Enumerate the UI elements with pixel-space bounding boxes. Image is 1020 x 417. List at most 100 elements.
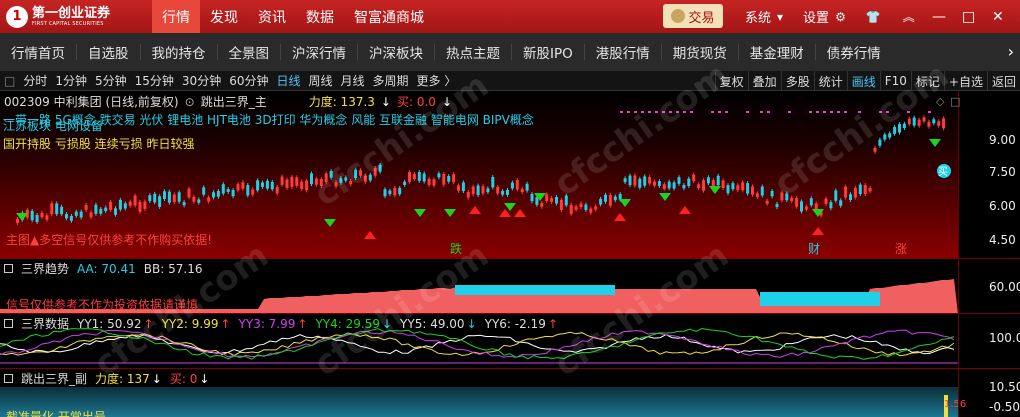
candle-body: [496, 186, 500, 194]
candle-body: [388, 190, 392, 195]
sell-signal-icon: [812, 227, 824, 235]
main-chart-header: 002309 中利集团 (日线,前复权) ⊙ 跳出三界_主 力度: 137.3 ↓…: [4, 93, 452, 110]
candle-body: [153, 193, 157, 203]
nav-discover[interactable]: 发现: [200, 0, 248, 33]
tool-stats[interactable]: 统计: [813, 71, 847, 91]
logo-mark: 1: [6, 5, 28, 28]
trade-button[interactable]: 交易: [663, 4, 723, 28]
candle-body: [466, 191, 470, 198]
tool-overlay[interactable]: 叠加: [747, 71, 781, 91]
chevron-down-icon[interactable]: ▾: [777, 10, 783, 24]
candle-body: [751, 186, 754, 195]
dropdown-icon[interactable]: ⊙: [185, 95, 195, 109]
tool-draw[interactable]: 画线: [846, 71, 880, 91]
candle-body: [481, 186, 485, 194]
tool-multi-stock[interactable]: 多股: [780, 71, 814, 91]
period-15min[interactable]: 15分钟: [131, 72, 178, 89]
candle-body: [270, 181, 274, 190]
subnav-a-shares[interactable]: 沪深行情: [281, 33, 357, 71]
candle-body: [643, 176, 647, 186]
candle-body: [118, 199, 122, 210]
candle-body: [422, 173, 426, 182]
square-icon[interactable]: □: [950, 95, 960, 108]
candle-body: [555, 197, 558, 204]
candle-body: [829, 202, 833, 209]
subnav-funds[interactable]: 基金理财: [739, 33, 815, 71]
buy-signal-icon: [619, 199, 631, 207]
subnav-watchlist[interactable]: 自选股: [77, 33, 140, 71]
candle-body: [114, 208, 117, 215]
y-tick: 4.50: [989, 233, 1016, 247]
trend-name[interactable]: 三界趋势: [21, 260, 69, 277]
period-60min[interactable]: 60分钟: [225, 72, 272, 89]
subnav-bonds[interactable]: 债券行情: [816, 33, 892, 71]
candle-body: [447, 176, 451, 182]
trend-header: 三界趋势 AA: 70.41 BB: 57.16: [4, 260, 202, 277]
trend-aa: AA: 70.41: [77, 261, 136, 276]
candle-body: [251, 189, 255, 195]
maximize-button[interactable]: □: [962, 0, 975, 33]
candle-body: [917, 119, 921, 126]
candle-body: [501, 190, 505, 195]
system-tools: 系统 ▾ 设置 ⚙ 👕 ︽: [745, 0, 915, 33]
nav-mall[interactable]: 智富通商城: [344, 0, 434, 33]
nav-market[interactable]: 行情: [152, 0, 200, 33]
candle-body: [280, 176, 284, 185]
square-icon[interactable]: [4, 319, 13, 328]
period-5min[interactable]: 5分钟: [91, 72, 131, 89]
chevron-right-icon[interactable]: ›: [1008, 42, 1014, 61]
main-y-axis: 9.00 7.50 6.00 4.50: [958, 91, 1020, 258]
candle-body: [697, 184, 701, 189]
candle-body: [765, 200, 769, 204]
y-tick: 6.00: [989, 199, 1016, 213]
subnav-panorama[interactable]: 全景图: [218, 33, 281, 71]
square-icon[interactable]: □: [0, 74, 19, 88]
period-multi[interactable]: 多周期: [369, 72, 413, 89]
gear-icon[interactable]: ⚙: [835, 10, 846, 24]
period-monthly[interactable]: 月线: [337, 72, 369, 89]
subnav-holdings[interactable]: 我的持仓: [141, 33, 217, 71]
arrow-down-icon: ↓: [466, 316, 477, 331]
user-avatar-icon: [671, 9, 686, 23]
candle-body: [16, 218, 19, 223]
shirt-icon[interactable]: 👕: [866, 10, 881, 24]
candle-body: [589, 208, 593, 213]
period-1min[interactable]: 1分钟: [51, 72, 91, 89]
candle-body: [285, 179, 289, 188]
candle-body: [760, 186, 764, 196]
collapse-up-icon[interactable]: ︽: [903, 8, 915, 25]
sub-name[interactable]: 跳出三界_副: [21, 370, 87, 387]
candle-body: [177, 192, 181, 202]
subnav-home[interactable]: 行情首页: [0, 33, 76, 71]
signal-dot: [816, 111, 819, 113]
sub-indicator-panel[interactable]: 跳出三界_副 力度: 137 ↓ 买: 0 ↓ 截准量化 开常出号 1.56 10.…: [0, 368, 1020, 417]
close-button[interactable]: ✕: [992, 0, 1004, 33]
candle-body: [844, 186, 848, 198]
nav-data[interactable]: 数据: [296, 0, 344, 33]
settings-menu[interactable]: 设置: [803, 7, 829, 26]
candle-body: [437, 173, 441, 178]
candle-body: [221, 184, 225, 194]
period-weekly[interactable]: 周线: [305, 72, 337, 89]
nav-news[interactable]: 资讯: [248, 0, 296, 33]
period-30min[interactable]: 30分钟: [178, 72, 225, 89]
minimize-button[interactable]: —: [932, 0, 946, 33]
subnav-ipo[interactable]: 新股IPO: [512, 33, 584, 71]
square-icon[interactable]: [4, 374, 13, 383]
candle-body: [721, 180, 725, 189]
system-menu[interactable]: 系统: [745, 7, 771, 26]
tool-back[interactable]: 返回: [986, 71, 1020, 91]
candle-body: [207, 197, 211, 202]
y-tick: 100.0: [989, 331, 1020, 345]
period-intraday[interactable]: 分时: [19, 72, 51, 89]
data-name[interactable]: 三界数据: [21, 315, 69, 332]
subnav-sectors[interactable]: 沪深板块: [358, 33, 434, 71]
top-nav: 行情 发现 资讯 数据 智富通商城: [152, 0, 434, 33]
subnav-hk[interactable]: 港股行情: [585, 33, 661, 71]
logo-subtitle: FIRST CAPITAL SECURITIES: [32, 20, 104, 27]
trend-bb: BB: 57.16: [143, 261, 203, 276]
period-daily[interactable]: 日线: [272, 72, 304, 89]
square-icon[interactable]: [4, 264, 13, 273]
candle-body: [408, 172, 411, 182]
indicator-name[interactable]: 跳出三界_主: [201, 93, 267, 110]
